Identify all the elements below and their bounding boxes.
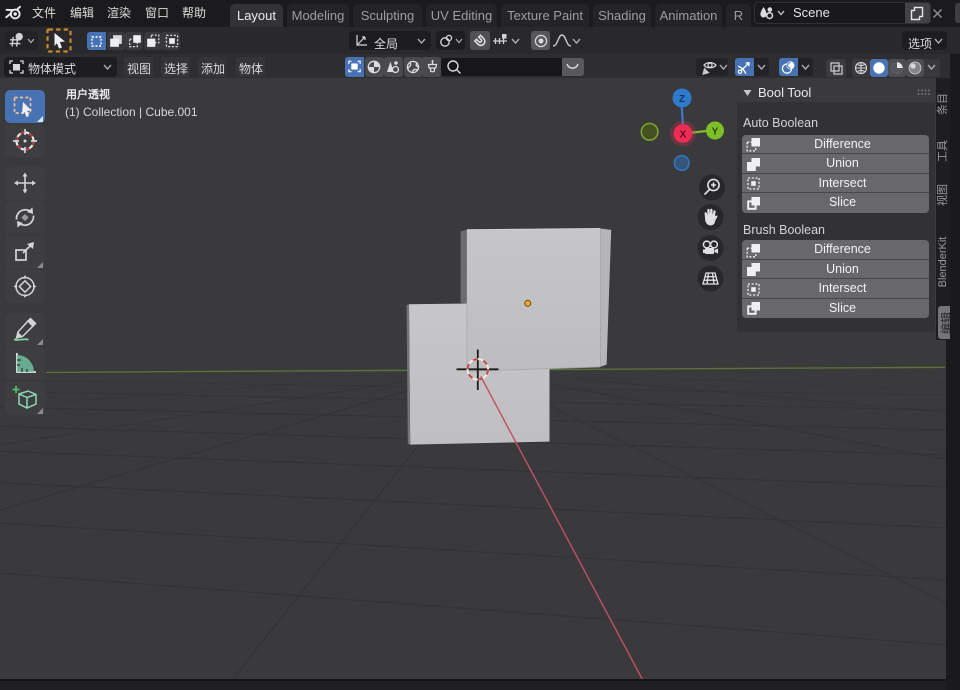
- svg-text:X: X: [680, 130, 687, 141]
- svg-text:Z: Z: [679, 94, 685, 105]
- svg-text:Y: Y: [712, 127, 719, 138]
